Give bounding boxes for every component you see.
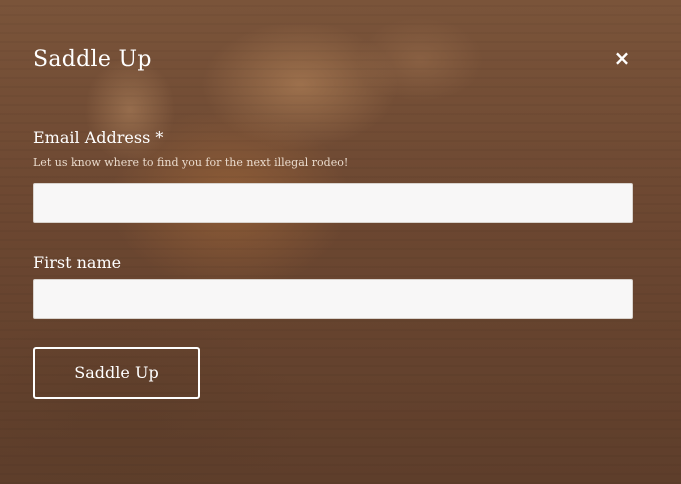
close-icon[interactable]: ×	[610, 45, 634, 71]
first-name-field[interactable]	[33, 279, 633, 319]
email-label: Email Address *	[33, 128, 164, 147]
email-hint: Let us know where to find you for the ne…	[33, 156, 349, 169]
signup-modal: Saddle Up × Email Address * Let us know …	[0, 0, 681, 484]
email-field[interactable]	[33, 183, 633, 223]
modal-title: Saddle Up	[33, 47, 152, 72]
first-name-label: First name	[33, 253, 122, 272]
saddle-up-button[interactable]: Saddle Up	[33, 347, 200, 399]
